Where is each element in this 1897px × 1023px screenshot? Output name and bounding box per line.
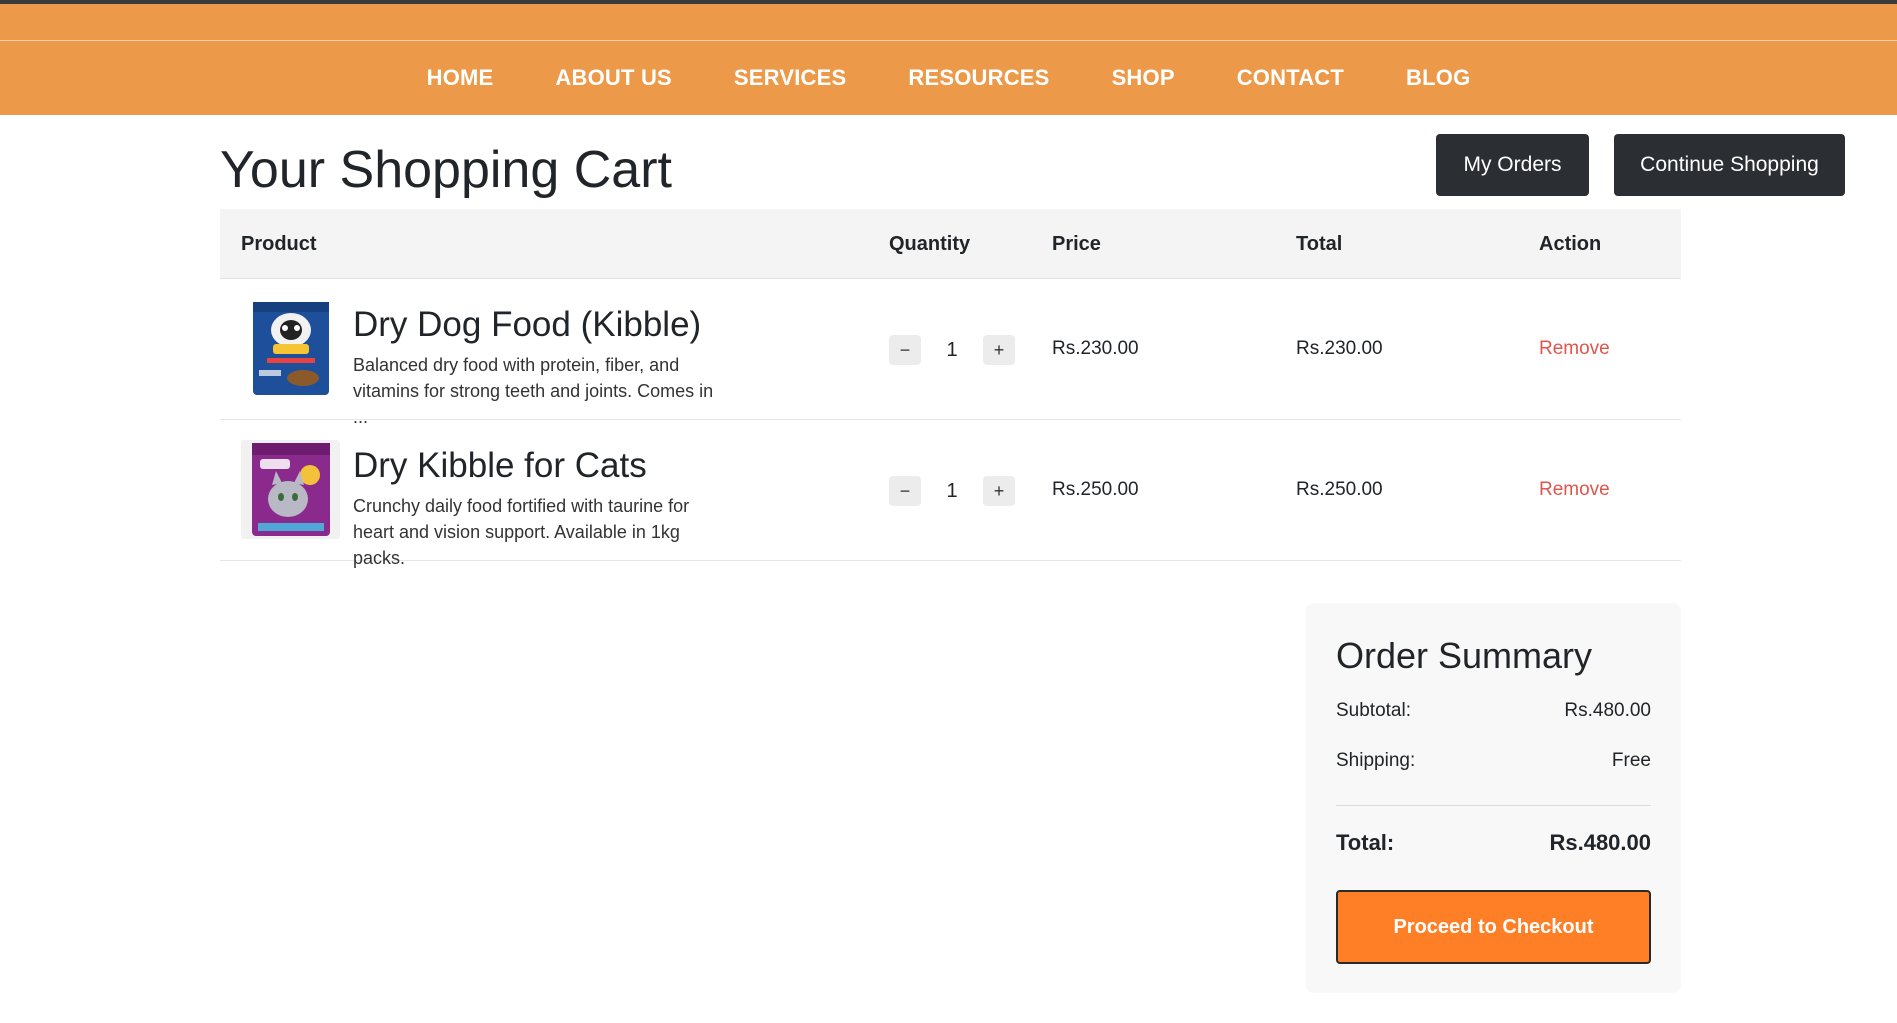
- nav-home[interactable]: HOME: [427, 65, 494, 91]
- nav-services[interactable]: SERVICES: [734, 65, 846, 91]
- my-orders-button[interactable]: My Orders: [1436, 134, 1589, 196]
- nav-contact[interactable]: CONTACT: [1237, 65, 1344, 91]
- item-total: Rs.250.00: [1296, 479, 1383, 500]
- order-summary-title: Order Summary: [1336, 635, 1593, 676]
- product-image-dog-food: [241, 299, 340, 398]
- shipping-value: Free: [1611, 750, 1651, 771]
- site-header: HOME ABOUT US SERVICES RESOURCES SHOP CO…: [0, 4, 1897, 115]
- table-header: Product Quantity Price Total Action: [220, 209, 1681, 279]
- page-title: Your Shopping Cart: [220, 141, 672, 199]
- total-row: Total: Rs.480.00: [1336, 830, 1651, 856]
- dog-food-bag-icon: [252, 302, 329, 395]
- quantity-value: 1: [946, 338, 958, 361]
- increase-quantity-button[interactable]: +: [983, 476, 1015, 506]
- summary-divider: [1336, 805, 1651, 806]
- cat-food-bag-icon: [251, 443, 330, 536]
- quantity-stepper: − 1 +: [889, 476, 1015, 506]
- cart-table: Product Quantity Price Total Action Dry …: [220, 209, 1681, 568]
- table-row: Dry Kibble for Cats Crunchy daily food f…: [220, 420, 1681, 568]
- remove-button[interactable]: Remove: [1539, 420, 1610, 560]
- continue-shopping-button[interactable]: Continue Shopping: [1614, 134, 1845, 196]
- total-value: Rs.480.00: [1549, 830, 1651, 855]
- header-total: Total: [1296, 233, 1343, 255]
- decrease-quantity-button[interactable]: −: [889, 476, 921, 506]
- table-row: Dry Dog Food (Kibble) Balanced dry food …: [220, 279, 1681, 427]
- main-nav: HOME ABOUT US SERVICES RESOURCES SHOP CO…: [0, 41, 1897, 115]
- nav-blog[interactable]: BLOG: [1406, 65, 1470, 91]
- nav-about-us[interactable]: ABOUT US: [555, 65, 672, 91]
- product-description: Crunchy daily food fortified with taurin…: [353, 496, 690, 568]
- item-total: Rs.230.00: [1296, 338, 1383, 359]
- header-product: Product: [241, 233, 317, 255]
- product-name[interactable]: Dry Dog Food (Kibble): [353, 305, 701, 345]
- subtotal-row: Subtotal: Rs.480.00: [1336, 700, 1651, 722]
- quantity-stepper: − 1 +: [889, 335, 1015, 365]
- subtotal-value: Rs.480.00: [1564, 700, 1651, 721]
- nav-shop[interactable]: SHOP: [1112, 65, 1175, 91]
- item-price: Rs.250.00: [1052, 479, 1139, 500]
- header-quantity: Quantity: [889, 233, 971, 255]
- product-description: Balanced dry food with protein, fiber, a…: [353, 355, 714, 427]
- proceed-to-checkout-button[interactable]: Proceed to Checkout: [1336, 890, 1651, 964]
- total-label: Total:: [1336, 830, 1395, 855]
- header-action: Action: [1539, 233, 1602, 255]
- subtotal-label: Subtotal:: [1336, 700, 1411, 721]
- decrease-quantity-button[interactable]: −: [889, 335, 921, 365]
- order-summary: Order Summary Subtotal: Rs.480.00 Shippi…: [1306, 603, 1681, 993]
- increase-quantity-button[interactable]: +: [983, 335, 1015, 365]
- nav-resources[interactable]: RESOURCES: [908, 65, 1049, 91]
- remove-button[interactable]: Remove: [1539, 279, 1610, 419]
- quantity-value: 1: [946, 479, 958, 502]
- shipping-label: Shipping:: [1336, 750, 1416, 771]
- header-price: Price: [1052, 233, 1101, 255]
- shipping-row: Shipping: Free: [1336, 750, 1651, 772]
- product-name[interactable]: Dry Kibble for Cats: [353, 446, 647, 486]
- item-price: Rs.230.00: [1052, 338, 1139, 359]
- product-image-cat-kibble: [241, 440, 340, 539]
